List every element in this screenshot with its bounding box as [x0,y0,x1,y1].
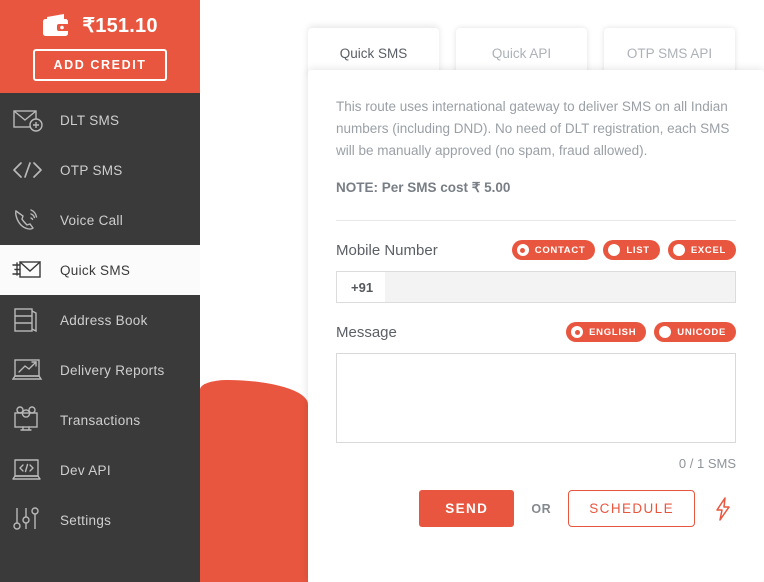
envelope-fast-icon [12,255,46,285]
wallet-panel: ₹151.10 ADD CREDIT [0,0,200,93]
sliders-icon [12,505,46,535]
option-label: LIST [626,244,650,256]
option-contact[interactable]: CONTACT [511,240,596,260]
sidebar-nav: DLT SMS OTP SMS Voice Call Quick SMS Add… [0,93,200,545]
wallet-icon [42,13,72,39]
lightning-bolt-icon[interactable] [712,496,734,522]
radio-icon [571,326,584,338]
sidebar-item-dev-api[interactable]: Dev API [0,445,200,495]
option-list[interactable]: LIST [603,240,660,260]
option-label: UNICODE [677,326,726,338]
sidebar-item-label: DLT SMS [60,112,120,128]
sidebar-item-transactions[interactable]: Transactions [0,395,200,445]
option-label: EXCEL [690,244,726,256]
envelope-plus-icon [12,105,46,135]
laptop-chart-icon [11,355,46,385]
route-description: This route uses international gateway to… [336,99,730,158]
sidebar-item-settings[interactable]: Settings [0,495,200,545]
add-credit-button[interactable]: ADD CREDIT [33,48,167,81]
mobile-number-label: Mobile Number [336,241,438,259]
monitor-coins-icon [12,405,46,435]
sidebar-item-label: Voice Call [60,212,124,228]
radio-icon [608,244,621,256]
radio-icon [659,326,672,338]
sidebar-item-label: Transactions [60,412,141,428]
sidebar-item-label: Delivery Reports [60,362,165,378]
quick-sms-panel: This route uses international gateway to… [308,70,764,582]
tab-label: Quick SMS [339,45,408,61]
option-unicode[interactable]: UNICODE [654,322,736,342]
sidebar-item-dlt-sms[interactable]: DLT SMS [0,95,200,145]
section-divider [336,220,736,221]
option-label: CONTACT [534,244,586,256]
message-header: Message ENGLISH UNICODE [336,322,736,342]
sidebar: ₹151.10 ADD CREDIT DLT SMS OTP SMS Voice… [0,0,200,582]
phone-ring-icon [12,205,46,235]
wallet-amount: ₹151.10 [82,15,158,37]
message-textarea[interactable] [336,353,736,443]
mobile-number-header: Mobile Number CONTACT LIST EXCEL [336,240,736,260]
sidebar-item-label: Address Book [60,312,148,328]
sidebar-item-quick-sms[interactable]: Quick SMS [0,245,200,295]
decorative-red-shape [200,380,308,582]
country-code-prefix: +91 [337,272,386,302]
message-label: Message [336,323,397,341]
sms-counter: 0 / 1 SMS [678,456,736,471]
monitor-code-icon [12,455,46,485]
mobile-number-input-group[interactable]: +91 [336,271,736,303]
option-label: ENGLISH [589,326,637,338]
wallet-balance-row: ₹151.10 [42,13,157,39]
message-encoding-options: ENGLISH UNICODE [566,322,736,342]
radio-icon [672,244,685,256]
sidebar-item-label: Quick SMS [60,262,131,278]
sidebar-item-label: OTP SMS [60,162,123,178]
tab-label: Quick API [491,45,552,61]
tab-label: OTP SMS API [626,45,713,61]
mobile-number-input[interactable] [385,272,735,302]
app-root: ₹151.10 ADD CREDIT DLT SMS OTP SMS Voice… [0,0,764,582]
or-separator: OR [531,501,552,516]
radio-icon [516,244,529,256]
sidebar-item-voice-call[interactable]: Voice Call [0,195,200,245]
sidebar-item-otp-sms[interactable]: OTP SMS [0,145,200,195]
action-row: SEND OR SCHEDULE [336,490,736,527]
sidebar-item-label: Dev API [60,462,111,478]
sidebar-item-delivery-reports[interactable]: Delivery Reports [0,345,200,395]
book-icon [12,305,46,335]
cost-note: NOTE: Per SMS cost ₹ 5.00 [336,180,511,195]
schedule-button[interactable]: SCHEDULE [568,490,695,527]
option-english[interactable]: ENGLISH [566,322,647,342]
sidebar-item-label: Settings [60,512,112,528]
option-excel[interactable]: EXCEL [667,240,736,260]
code-brackets-icon [12,155,46,185]
sidebar-item-address-book[interactable]: Address Book [0,295,200,345]
send-button[interactable]: SEND [419,490,515,527]
mobile-source-options: CONTACT LIST EXCEL [511,240,736,260]
